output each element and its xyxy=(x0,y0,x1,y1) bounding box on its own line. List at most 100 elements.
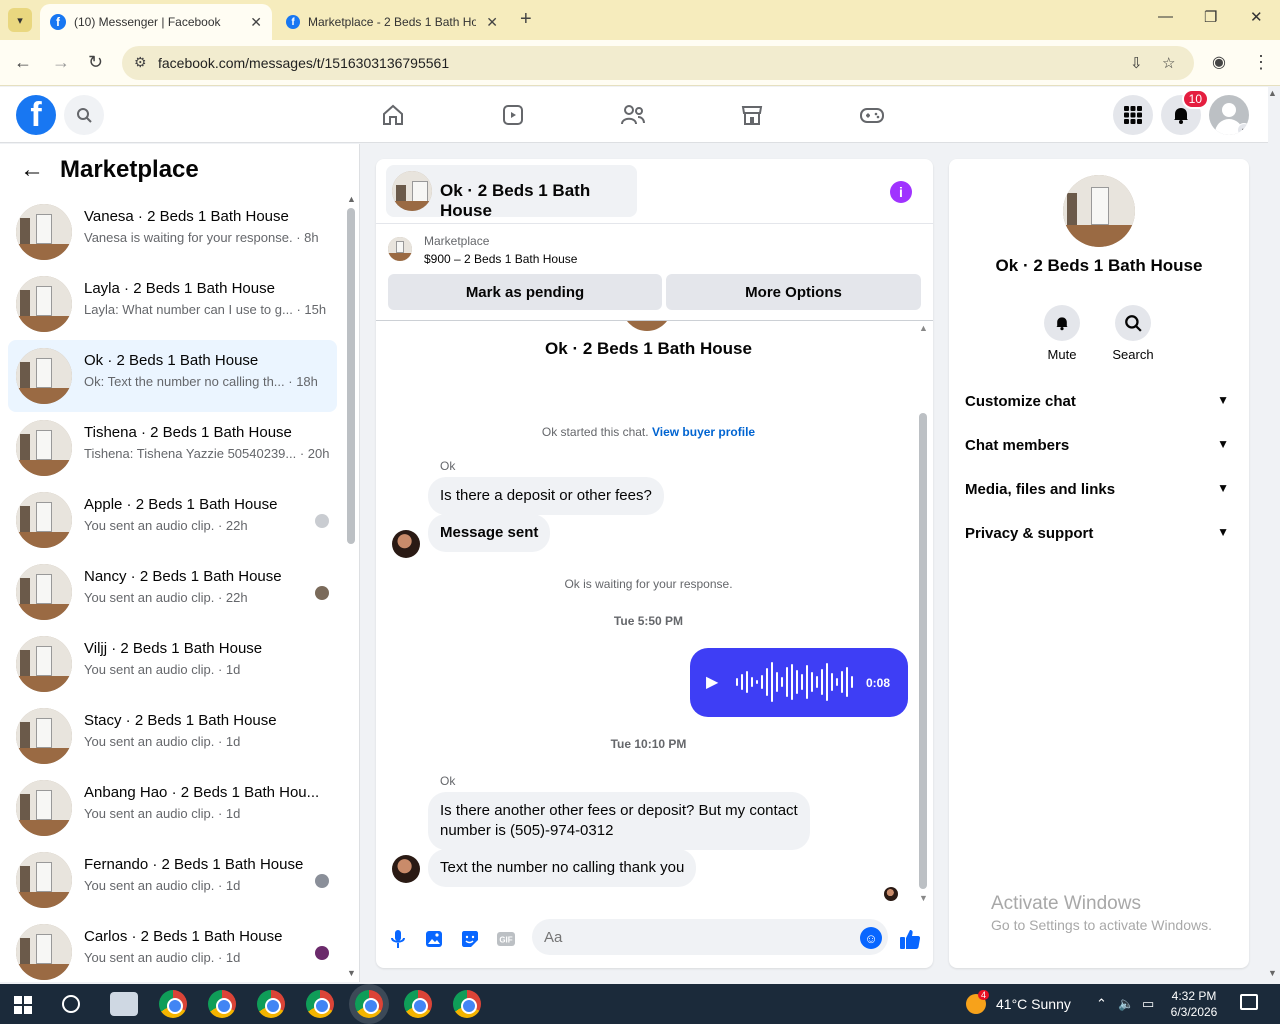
tab-marketplace[interactable]: f Marketplace - 2 Beds 1 Bath Ho ✕ xyxy=(276,4,508,40)
close-tab-icon[interactable]: ✕ xyxy=(486,14,498,31)
minimize-icon[interactable]: — xyxy=(1158,8,1173,25)
gif-icon[interactable]: GIF xyxy=(494,927,518,951)
chrome-profile-icon[interactable] xyxy=(159,990,187,1018)
conversation-item[interactable]: Nancy · 2 Beds 1 Bath House You sent an a… xyxy=(8,556,337,628)
conversation-item[interactable]: Carlos · 2 Beds 1 Bath House You sent an … xyxy=(8,916,337,982)
facebook-logo[interactable]: f xyxy=(16,95,56,135)
reload-icon[interactable]: ↻ xyxy=(88,52,103,73)
info-icon[interactable]: i xyxy=(890,181,912,203)
section-label: Customize chat xyxy=(965,392,1076,410)
audio-clip-bubble[interactable]: ▶ 0:08 xyxy=(690,648,908,717)
video-icon[interactable] xyxy=(499,101,527,129)
listing-profile-photo[interactable] xyxy=(1063,175,1135,247)
conversation-item[interactable]: Apple · 2 Beds 1 Bath House You sent an a… xyxy=(8,484,337,556)
listing-price[interactable]: $900 – 2 Beds 1 Bath House xyxy=(424,252,577,266)
close-window-icon[interactable]: ✕ xyxy=(1250,8,1263,26)
chrome-profile-icon[interactable] xyxy=(453,990,481,1018)
page-scroll-up-icon[interactable]: ▲ xyxy=(1268,88,1277,98)
search-icon[interactable] xyxy=(64,95,104,135)
conversation-item[interactable]: Layla · 2 Beds 1 Bath House Layla: What n… xyxy=(8,268,337,340)
conversation-item[interactable]: Vanesa · 2 Beds 1 Bath House Vanesa is wa… xyxy=(8,196,337,268)
sidebar-scroll-up-icon[interactable]: ▲ xyxy=(347,194,356,204)
back-icon[interactable]: ← xyxy=(14,52,32,73)
cortana-search-icon[interactable] xyxy=(62,995,80,1013)
pinned-app-icon[interactable] xyxy=(110,992,138,1016)
chrome-profile-icon[interactable] xyxy=(306,990,334,1018)
forward-icon[interactable]: → xyxy=(52,52,70,73)
media-files-links-section[interactable]: Media, files and links ▼ xyxy=(957,469,1241,509)
message-input[interactable] xyxy=(532,919,888,955)
url-text[interactable]: facebook.com/messages/t/1516303136795561 xyxy=(158,55,449,71)
sidebar-scroll-down-icon[interactable]: ▼ xyxy=(347,968,356,978)
thread-scroll-down-icon[interactable]: ▼ xyxy=(919,893,928,903)
thread-scrollbar[interactable] xyxy=(919,413,927,889)
chrome-profile-icon[interactable] xyxy=(257,990,285,1018)
gaming-icon[interactable] xyxy=(858,101,886,129)
tray-chevron-icon[interactable]: ⌃ xyxy=(1096,996,1107,1012)
conversation-item[interactable]: Ok · 2 Beds 1 Bath House Ok: Text the num… xyxy=(8,340,337,412)
chat-members-section[interactable]: Chat members ▼ xyxy=(957,425,1241,465)
install-app-icon[interactable]: ⇩ xyxy=(1130,54,1143,72)
tab-messenger[interactable]: f (10) Messenger | Facebook ✕ xyxy=(40,4,272,40)
conversation-item[interactable]: Tishena · 2 Beds 1 Bath House Tishena: Ti… xyxy=(8,412,337,484)
clock[interactable]: 4:32 PM 6/3/2026 xyxy=(1166,988,1222,1020)
message-bubble[interactable]: Text the number no calling thank you xyxy=(428,849,697,887)
action-center-icon[interactable] xyxy=(1240,994,1258,1010)
chat-header[interactable]: Ok · 2 Beds 1 Bath House xyxy=(386,165,637,220)
thumbs-up-icon[interactable] xyxy=(898,927,922,951)
page-scroll-down-icon[interactable]: ▼ xyxy=(1268,968,1277,978)
customize-chat-section[interactable]: Customize chat ▼ xyxy=(957,381,1241,421)
privacy-support-section[interactable]: Privacy & support ▼ xyxy=(957,513,1241,553)
profile-icon[interactable]: ◉ xyxy=(1212,52,1226,72)
new-tab-button[interactable]: + xyxy=(520,8,532,31)
back-arrow-icon[interactable]: ← xyxy=(20,156,44,184)
chrome-profile-icon[interactable] xyxy=(208,990,236,1018)
read-receipt-avatar xyxy=(315,586,329,600)
thread-scroll-up-icon[interactable]: ▲ xyxy=(919,323,928,333)
restore-icon[interactable]: ❐ xyxy=(1204,8,1217,26)
more-options-button[interactable]: More Options xyxy=(666,274,921,310)
sender-avatar[interactable] xyxy=(392,855,420,883)
notifications-bell-icon[interactable]: 10 xyxy=(1161,89,1209,135)
mute-label: Mute xyxy=(1047,347,1077,362)
conversation-item[interactable]: Anbang Hao · 2 Beds 1 Bath Hou... You sen… xyxy=(8,772,337,844)
sticker-icon[interactable] xyxy=(458,927,482,951)
chrome-profile-icon[interactable] xyxy=(355,990,383,1018)
conversation-item[interactable]: Viljj · 2 Beds 1 Bath House You sent an a… xyxy=(8,628,337,700)
mark-as-pending-button[interactable]: Mark as pending xyxy=(388,274,662,310)
sidebar-scrollbar[interactable] xyxy=(347,208,355,544)
search-conversation-button[interactable]: Search xyxy=(1103,305,1163,362)
message-bubble[interactable]: Message sent xyxy=(428,514,551,552)
omnibox[interactable]: ⚙ facebook.com/messages/t/15163031367955… xyxy=(122,46,1194,80)
message-bubble[interactable]: Is there another other fees or deposit? … xyxy=(428,792,810,850)
emoji-icon[interactable]: ☺ xyxy=(860,927,882,949)
chrome-profile-icon[interactable] xyxy=(404,990,432,1018)
friends-icon[interactable] xyxy=(619,101,647,129)
marketplace-icon[interactable] xyxy=(738,101,766,129)
message-bubble[interactable]: Is there a deposit or other fees? xyxy=(428,477,664,515)
home-icon[interactable] xyxy=(379,101,407,129)
microphone-icon[interactable] xyxy=(386,927,410,951)
conversation-item[interactable]: Stacy · 2 Beds 1 Bath House You sent an a… xyxy=(8,700,337,772)
close-tab-icon[interactable]: ✕ xyxy=(250,14,262,31)
account-avatar[interactable]: ▾ xyxy=(1209,95,1249,135)
conversation-item[interactable]: Fernando · 2 Beds 1 Bath House You sent a… xyxy=(8,844,337,916)
sender-avatar[interactable] xyxy=(392,530,420,558)
bookmark-star-icon[interactable]: ☆ xyxy=(1162,54,1175,72)
play-icon[interactable]: ▶ xyxy=(706,672,718,692)
view-buyer-profile-link[interactable]: View buyer profile xyxy=(652,425,755,439)
volume-icon[interactable]: 🔈 xyxy=(1118,996,1134,1012)
photo-icon[interactable] xyxy=(422,927,446,951)
chevron-down-icon: ▼ xyxy=(1217,393,1229,407)
weather-text[interactable]: 41°C Sunny xyxy=(996,996,1071,1012)
listing-thumbnail xyxy=(16,780,72,836)
network-icon[interactable]: ▭ xyxy=(1142,996,1154,1012)
menu-grid-icon[interactable] xyxy=(1113,95,1153,135)
tab-search-chevron-icon[interactable]: ▾ xyxy=(8,8,32,32)
windows-start-icon[interactable] xyxy=(14,996,32,1014)
browser-menu-icon[interactable]: ⋮ xyxy=(1252,52,1270,73)
site-info-icon[interactable]: ⚙ xyxy=(134,54,147,71)
mute-button[interactable]: Mute xyxy=(1032,305,1092,362)
conversation-name: Carlos · 2 Beds 1 Bath House xyxy=(84,928,283,945)
conversation-name: Layla · 2 Beds 1 Bath House xyxy=(84,280,275,297)
